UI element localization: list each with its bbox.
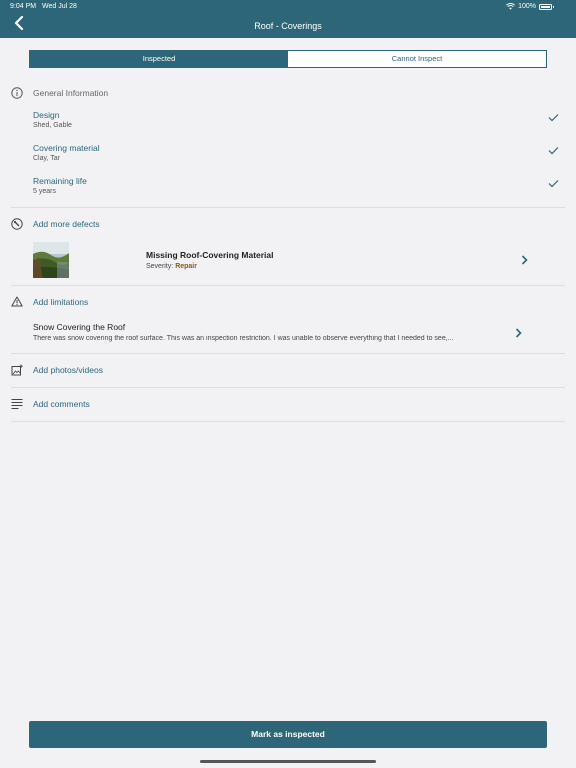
info-row-label: Design xyxy=(33,110,60,120)
segment-inspected[interactable]: Inspected xyxy=(30,51,288,67)
home-indicator xyxy=(200,760,376,763)
limitation-item[interactable]: Snow Covering the Roof There was snow co… xyxy=(33,322,533,344)
divider xyxy=(11,207,565,208)
general-information-label: General Information xyxy=(33,87,109,98)
status-time: 9:04 PM xyxy=(10,3,37,10)
defect-item[interactable]: Missing Roof-Covering Material Severity:… xyxy=(33,242,533,278)
info-row-label: Covering material xyxy=(33,143,100,153)
inspection-status-segmented-control: Inspected Cannot Inspect xyxy=(29,50,547,68)
add-comments-button[interactable]: Add comments xyxy=(10,397,90,410)
severity-label: Severity: xyxy=(146,263,174,270)
add-limitations-label: Add limitations xyxy=(33,296,89,307)
info-row-label: Remaining life xyxy=(33,176,87,186)
divider xyxy=(11,353,565,354)
wifi-icon xyxy=(506,3,516,10)
limitation-title: Snow Covering the Roof xyxy=(33,322,126,332)
info-row-covering-material[interactable]: Covering material Clay, Tar xyxy=(33,143,563,162)
mark-as-inspected-button[interactable]: Mark as inspected xyxy=(29,721,547,748)
general-information-header: General Information xyxy=(10,86,108,99)
defect-title: Missing Roof-Covering Material xyxy=(146,250,274,260)
checkmark-icon xyxy=(548,180,559,188)
info-row-value: Shed, Gable xyxy=(33,122,72,129)
navigation-bar: 9:04 PM Wed Jul 28 100% Roof - Coverings xyxy=(0,0,576,38)
info-row-remaining-life[interactable]: Remaining life 5 years xyxy=(33,176,563,195)
status-date: Wed Jul 28 xyxy=(42,3,77,10)
add-more-defects-label: Add more defects xyxy=(33,218,100,229)
divider xyxy=(11,387,565,388)
status-indicators: 100% xyxy=(506,3,554,10)
defect-severity: Severity: Repair xyxy=(146,263,197,270)
info-icon xyxy=(10,86,23,99)
segment-cannot-inspect[interactable]: Cannot Inspect xyxy=(288,51,546,67)
defect-photo-thumbnail xyxy=(33,242,69,278)
severity-value: Repair xyxy=(175,263,197,270)
info-row-value: 5 years xyxy=(33,188,56,195)
add-limitations-button[interactable]: Add limitations xyxy=(10,295,88,308)
chevron-right-icon xyxy=(521,255,528,265)
battery-percent: 100% xyxy=(518,3,536,10)
info-row-design[interactable]: Design Shed, Gable xyxy=(33,110,563,129)
add-more-defects-button[interactable]: Add more defects xyxy=(10,217,100,230)
divider xyxy=(11,285,565,286)
battery-icon xyxy=(539,3,554,10)
warning-icon xyxy=(10,295,23,308)
info-row-value: Clay, Tar xyxy=(33,155,60,162)
add-comments-label: Add comments xyxy=(33,398,90,409)
divider xyxy=(11,421,565,422)
page-title: Roof - Coverings xyxy=(254,21,322,31)
checkmark-icon xyxy=(548,147,559,155)
add-photo-icon xyxy=(10,363,23,376)
add-photos-videos-label: Add photos/videos xyxy=(33,364,103,375)
defect-icon xyxy=(10,217,23,230)
chevron-right-icon xyxy=(515,328,522,338)
add-photos-videos-button[interactable]: Add photos/videos xyxy=(10,363,103,376)
comments-lines-icon xyxy=(10,397,23,410)
limitation-description: There was snow covering the roof surface… xyxy=(33,335,454,342)
checkmark-icon xyxy=(548,114,559,122)
